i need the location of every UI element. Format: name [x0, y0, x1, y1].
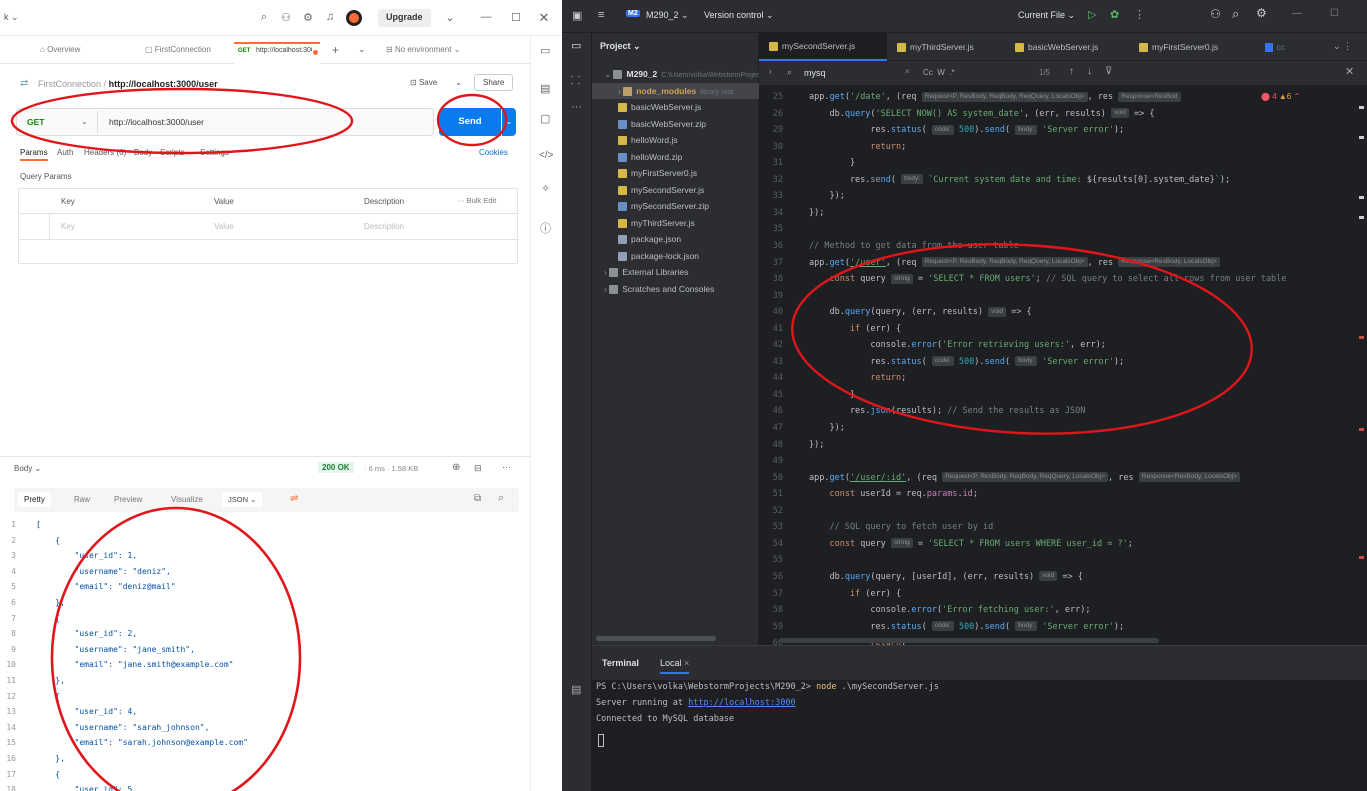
annotation-layer: [10, 87, 508, 791]
annotation-ellipse-send: [436, 93, 508, 147]
annotation-ellipse-url: [10, 87, 354, 155]
ide-window: ▣ ≡ M2 M290_2 ⌄ Version control ⌄ Curren…: [562, 0, 1367, 791]
annotation-ellipse-response: [50, 506, 302, 791]
postman-window: k ⌄ ⌕ ⚇ ⚙ ♫ Upgrade ⌄ — ☐ ✕ ▭ ▤ ▢ </> ✧ …: [0, 0, 562, 791]
annotation-layer: [791, 243, 1253, 435]
annotation-ellipse-code: [791, 243, 1253, 435]
